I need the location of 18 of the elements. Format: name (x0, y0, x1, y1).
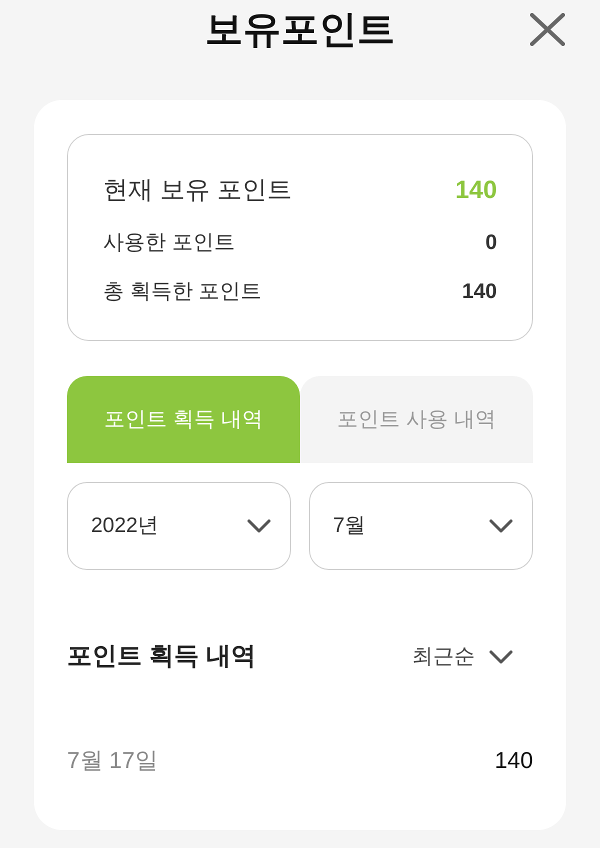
summary-label: 총 획득한 포인트 (103, 279, 262, 306)
page-title: 보유포인트 (205, 8, 395, 53)
chevron-down-icon (489, 650, 513, 664)
close-button[interactable] (530, 13, 565, 46)
summary-label: 현재 보유 포인트 (103, 175, 292, 206)
summary-value: 140 (455, 175, 497, 206)
summary-label: 사용한 포인트 (103, 230, 235, 256)
summary-value: 140 (462, 279, 497, 306)
dropdown[interactable]: 7월 (309, 482, 533, 570)
summary-value: 0 (485, 230, 497, 256)
close-icon (530, 13, 565, 46)
history-points: 140 (494, 746, 533, 775)
chevron-down-icon (247, 519, 271, 533)
history-date: 7월 17일 (67, 746, 158, 775)
chevron-down-icon (489, 519, 513, 533)
sort-dropdown[interactable]: 최근순 (412, 641, 533, 673)
dropdown[interactable]: 2022년 (67, 482, 291, 570)
section-title: 포인트 획득 내역 (67, 641, 256, 672)
